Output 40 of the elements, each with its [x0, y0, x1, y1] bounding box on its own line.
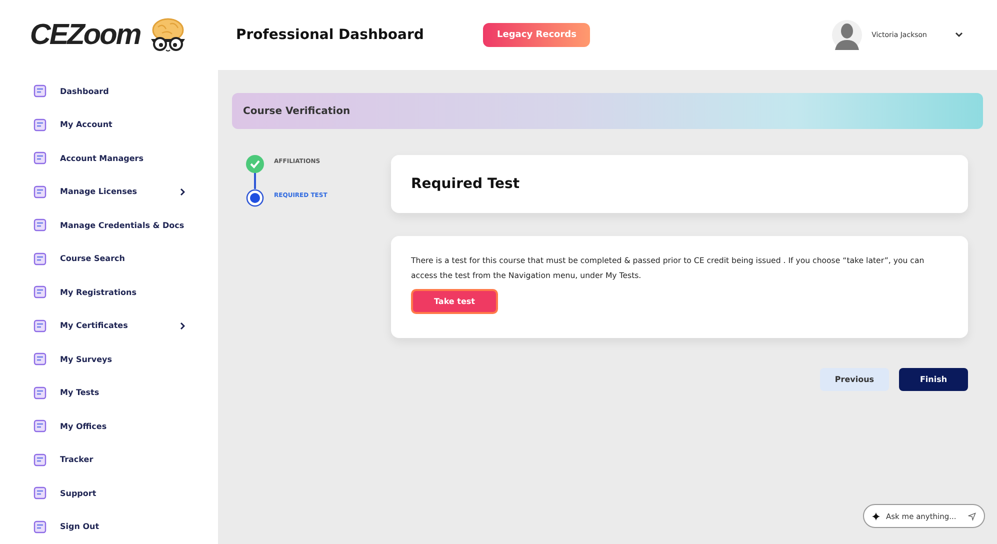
- menu-icon: [33, 218, 47, 232]
- chevron-down-icon[interactable]: [955, 32, 963, 38]
- menu-icon: [33, 285, 47, 299]
- sidebar-item[interactable]: My Offices: [33, 417, 185, 435]
- menu-icon: [33, 386, 47, 400]
- sidebar-item[interactable]: My Surveys: [33, 350, 185, 368]
- sidebar-item[interactable]: Tracker: [33, 450, 185, 468]
- menu-icon: [33, 452, 47, 466]
- sidebar-item[interactable]: Support: [33, 484, 185, 502]
- page-title: Professional Dashboard: [236, 27, 425, 43]
- previous-button[interactable]: Previous: [820, 368, 889, 391]
- take-test-button[interactable]: Take test: [411, 289, 498, 314]
- menu-icon: [33, 486, 47, 500]
- sparkle-icon: [872, 510, 880, 522]
- finish-button[interactable]: Finish: [899, 368, 968, 391]
- menu-icon: [33, 84, 47, 98]
- sidebar-item[interactable]: Course Search: [33, 250, 185, 268]
- menu-icon: [33, 184, 47, 198]
- menu-icon: [33, 118, 47, 132]
- card-title: Required Test: [411, 176, 520, 192]
- menu-icon: [33, 151, 47, 165]
- sidebar-item[interactable]: Manage Credentials & Docs: [33, 216, 185, 234]
- menu-icon: [33, 419, 47, 433]
- sidebar-item[interactable]: My Account: [33, 116, 185, 134]
- menu-icon: [33, 352, 47, 366]
- sidebar-item[interactable]: My Registrations: [33, 283, 185, 301]
- menu-icon: [33, 520, 47, 534]
- sidebar-item[interactable]: My Tests: [33, 384, 185, 402]
- logo-text: CEZoom: [30, 18, 140, 52]
- sidebar-item[interactable]: Account Managers: [33, 149, 185, 167]
- sidebar-item[interactable]: My Certificates: [33, 316, 185, 334]
- check-circle-icon: [246, 155, 264, 173]
- sidebar-item[interactable]: Sign Out: [33, 518, 185, 536]
- menu-icon: [33, 318, 47, 332]
- sidebar-item[interactable]: Dashboard: [33, 82, 185, 100]
- banner-title: Course Verification: [243, 106, 350, 116]
- send-icon[interactable]: [968, 510, 976, 522]
- menu-icon: [33, 252, 47, 266]
- sidebar-item[interactable]: Manage Licenses: [33, 182, 185, 200]
- avatar-silhouette-icon: [832, 20, 862, 50]
